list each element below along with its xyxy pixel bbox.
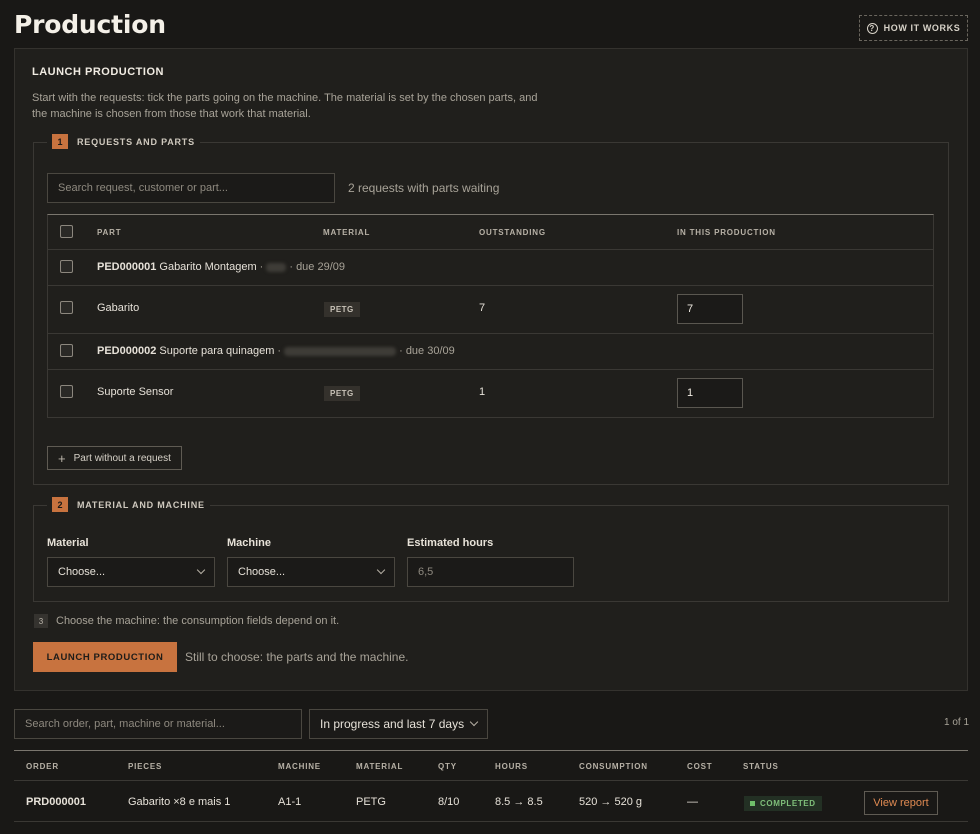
material-badge: PETG [324,386,360,401]
page-title: Production [14,10,166,39]
part-checkbox[interactable] [60,385,73,398]
how-it-works-label: HOW IT WORKS [883,23,961,33]
chevron-down-icon [376,565,386,575]
request-code: PED000001 [97,261,157,273]
section-label: MATERIAL AND MACHINE [77,499,205,510]
column-header: OUTSTANDING [479,228,546,237]
request-checkbox[interactable] [60,344,73,357]
status-label: COMPLETED [760,799,816,808]
add-part-label: Part without a request [73,452,171,464]
table-header-row: PART MATERIAL OUTSTANDING IN THIS PRODUC… [48,215,933,250]
step3-hint: Choose the machine: the consumption fiel… [56,615,340,627]
order-hours: 8.5 → 8.5 [495,796,543,808]
request-checkbox[interactable] [60,260,73,273]
request-title: PED000002 Suporte para quinagem · · due 3… [97,345,455,357]
step-number-badge: 3 [34,614,48,628]
request-name: Suporte para quinagem [159,345,275,357]
request-code: PED000002 [97,345,157,357]
request-row[interactable]: PED000002 Suporte para quinagem · · due 3… [48,334,933,370]
column-header: CONSUMPTION [579,762,648,771]
order-pieces: Gabarito ×8 e mais 1 [128,796,231,808]
order-cost: — [687,796,698,808]
material-machine-section [33,505,949,602]
part-name: Suporte Sensor [97,386,174,398]
orders-header-row: ORDER PIECES MACHINE MATERIAL QTY HOURS … [14,751,968,781]
part-row[interactable]: Gabarito PETG 7 7 [48,286,933,334]
requests-section-legend: 1 REQUESTS AND PARTS [47,134,200,149]
launch-production-button[interactable]: LAUNCH PRODUCTION [33,642,177,672]
material-select[interactable]: Choose... [47,557,215,587]
material-machine-legend: 2 MATERIAL AND MACHINE [47,497,210,512]
pagination-info: 1 of 1 [944,717,970,728]
status-dot-icon [750,801,755,806]
step-number-badge: 1 [52,134,68,149]
status-badge: COMPLETED [744,796,822,811]
section-label: REQUESTS AND PARTS [77,136,195,147]
redacted-customer [266,262,287,272]
waiting-count: 2 requests with parts waiting [348,181,500,195]
column-header: PART [97,228,122,237]
parts-table: PART MATERIAL OUTSTANDING IN THIS PRODUC… [47,214,934,418]
request-row[interactable]: PED000001 Gabarito Montagem · · due 29/09 [48,250,933,286]
part-row[interactable]: Suporte Sensor PETG 1 1 [48,370,933,417]
redacted-customer [284,346,397,356]
help-icon: ? [866,22,878,34]
launch-description: Start with the requests: tick the parts … [32,92,538,120]
outstanding-value: 1 [479,386,486,398]
part-name: Gabarito [97,302,140,314]
estimated-hours-input[interactable]: 6,5 [407,557,574,587]
plus-icon: + [58,450,66,466]
orders-table: ORDER PIECES MACHINE MATERIAL QTY HOURS … [14,750,968,822]
request-title: PED000001 Gabarito Montagem · · due 29/09 [97,261,345,273]
chevron-down-icon [196,565,206,575]
column-header: QTY [438,762,457,771]
machine-select[interactable]: Choose... [227,557,395,587]
column-header: MATERIAL [356,762,404,771]
orders-filter-value: In progress and last 7 days [320,717,465,731]
column-header: MACHINE [278,762,321,771]
view-report-button[interactable]: View report [864,791,938,815]
material-label: Material [47,537,89,549]
column-header: COST [687,762,713,771]
launch-title: LAUNCH PRODUCTION [32,66,164,78]
outstanding-value: 7 [479,302,486,314]
order-machine: A1-1 [278,796,302,808]
step-number-badge: 2 [52,497,68,512]
material-select-value: Choose... [58,566,106,578]
column-header: ORDER [26,762,59,771]
chevron-down-icon [469,717,479,727]
order-code: PRD000001 [26,796,86,808]
estimated-hours-label: Estimated hours [407,537,494,549]
part-checkbox[interactable] [60,301,73,314]
production-qty-input[interactable]: 1 [677,378,743,408]
production-qty-input[interactable]: 7 [677,294,743,324]
orders-filter-select[interactable]: In progress and last 7 days [309,709,488,739]
column-header: IN THIS PRODUCTION [677,228,776,237]
still-to-choose-text: Still to choose: the parts and the machi… [185,650,409,664]
column-header: HOURS [495,762,528,771]
orders-search-input[interactable]: Search order, part, machine or material.… [14,709,302,739]
request-due: · due 30/09 [399,345,455,357]
order-material: PETG [356,796,386,808]
requests-search-input[interactable]: Search request, customer or part... [47,173,335,203]
material-badge: PETG [324,302,360,317]
column-header: STATUS [743,762,779,771]
column-header: MATERIAL [323,228,371,237]
select-all-checkbox[interactable] [60,225,73,238]
machine-select-value: Choose... [238,566,286,578]
machine-label: Machine [227,537,272,549]
how-it-works-button[interactable]: ? HOW IT WORKS [859,15,968,41]
column-header: PIECES [128,762,163,771]
request-name: Gabarito Montagem [159,261,257,273]
order-qty: 8/10 [438,796,460,808]
order-consumption: 520 → 520 g [579,796,642,808]
add-part-without-request-button[interactable]: + Part without a request [47,446,182,470]
request-due: · due 29/09 [289,261,345,273]
